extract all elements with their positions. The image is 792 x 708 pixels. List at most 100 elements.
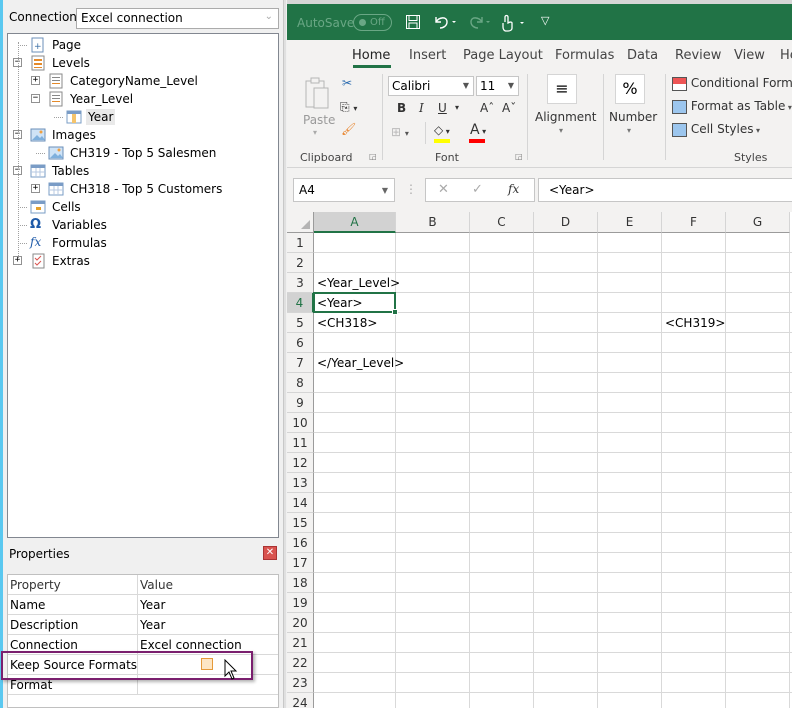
cell-f5[interactable]: <CH319> (663, 313, 725, 333)
tab-data[interactable]: Data (627, 48, 658, 63)
column-header-c[interactable]: C (470, 212, 534, 233)
row-header-5[interactable]: 5 (287, 313, 314, 333)
worksheet-grid[interactable]: A B C D E F G 1 2 3 4 5 6 7 8 9 10 11 12 13 14 15 16 17 18 19 20 21… (287, 212, 792, 708)
paste-button[interactable]: Paste ▾ (303, 76, 335, 137)
column-header-f[interactable]: F (662, 212, 726, 233)
tree-item[interactable]: CategoryName_Level (48, 72, 200, 90)
save-icon[interactable] (405, 14, 421, 34)
tree-item[interactable]: CH318 - Top 5 Customers (48, 180, 224, 198)
tree-item[interactable]: Year_Level (48, 90, 135, 108)
collapse-icon[interactable]: − (31, 94, 40, 103)
connection-select[interactable]: Excel connection ⌄ (76, 8, 279, 29)
property-value[interactable]: Year (140, 618, 165, 632)
row-header-3[interactable]: 3 (287, 273, 314, 293)
decrease-font-size-button[interactable]: Aˇ (502, 101, 516, 115)
row-header-2[interactable]: 2 (287, 253, 314, 273)
close-icon[interactable]: ✕ (263, 546, 277, 560)
property-row-description[interactable]: Description Year (8, 615, 278, 635)
touch-mode-icon[interactable] (501, 14, 531, 36)
tree-item[interactable]: Extras (30, 252, 92, 270)
row-header-23[interactable]: 23 (287, 673, 314, 693)
column-header-d[interactable]: D (534, 212, 598, 233)
row-header-4[interactable]: 4 (287, 293, 314, 313)
tab-insert[interactable]: Insert (409, 48, 446, 63)
tree-item[interactable]: Tables (30, 162, 91, 180)
template-tree[interactable]: + Page − Levels + CategoryName_Level − Year_Lev… (7, 33, 279, 538)
row-header-13[interactable]: 13 (287, 473, 314, 493)
cut-icon[interactable]: ✂ (342, 76, 352, 90)
format-as-table-button[interactable]: Format as Table ▾ (672, 99, 792, 114)
row-header-7[interactable]: 7 (287, 353, 314, 373)
cell-a3[interactable]: <Year_Level> (315, 273, 400, 293)
font-size-select[interactable]: 11 ▼ (476, 76, 519, 96)
customize-qat-icon[interactable]: ▽ (541, 14, 549, 27)
row-header-12[interactable]: 12 (287, 453, 314, 473)
fill-color-icon[interactable]: ◇ ▾ (434, 123, 450, 137)
tab-home[interactable]: Home (352, 48, 390, 63)
underline-dropdown-icon[interactable]: ▾ (455, 103, 459, 112)
format-painter-icon[interactable]: 🖌 (341, 122, 356, 136)
row-header-6[interactable]: 6 (287, 333, 314, 353)
row-header-18[interactable]: 18 (287, 573, 314, 593)
tree-item[interactable]: Year (66, 108, 116, 126)
tree-item[interactable]: CH319 - Top 5 Salesmen (48, 144, 218, 162)
cell-a5[interactable]: <CH318> (315, 313, 377, 333)
property-value[interactable]: Excel connection (140, 638, 242, 652)
conditional-formatting-button[interactable]: Conditional Formatting (672, 76, 792, 91)
tab-view[interactable]: View (734, 48, 765, 63)
tab-formulas[interactable]: Formulas (555, 48, 614, 63)
font-launcher-icon[interactable]: ◲ (515, 152, 523, 161)
row-header-19[interactable]: 19 (287, 593, 314, 613)
row-header-21[interactable]: 21 (287, 633, 314, 653)
font-name-select[interactable]: Calibri ▼ (388, 76, 474, 96)
cancel-icon[interactable]: ✕ (438, 182, 449, 197)
expand-icon[interactable]: + (31, 184, 40, 193)
row-header-24[interactable]: 24 (287, 693, 314, 708)
increase-font-size-button[interactable]: Aˆ (480, 101, 494, 115)
copy-icon[interactable]: ⎘ ▾ (340, 100, 357, 115)
row-header-14[interactable]: 14 (287, 493, 314, 513)
row-header-9[interactable]: 9 (287, 393, 314, 413)
tree-item[interactable]: Images (30, 126, 98, 144)
row-header-17[interactable]: 17 (287, 553, 314, 573)
column-header-a[interactable]: A (314, 212, 396, 233)
insert-function-icon[interactable]: fx (508, 182, 519, 196)
expand-icon[interactable]: + (31, 76, 40, 85)
fill-handle[interactable] (392, 309, 398, 315)
underline-button[interactable]: U (438, 101, 447, 115)
row-header-8[interactable]: 8 (287, 373, 314, 393)
column-header-g[interactable]: G (726, 212, 790, 233)
bold-button[interactable]: B (397, 101, 406, 115)
formula-input[interactable]: <Year> (538, 178, 792, 202)
tree-item[interactable]: Levels (30, 54, 92, 72)
clipboard-launcher-icon[interactable]: ◲ (369, 152, 377, 161)
keep-source-formats-checkbox[interactable] (201, 658, 213, 670)
number-button[interactable]: % Number ▾ (607, 74, 657, 144)
column-header-e[interactable]: E (598, 212, 662, 233)
splitter[interactable] (283, 0, 286, 708)
tree-item[interactable]: + Page (30, 36, 83, 54)
cell-a7[interactable]: </Year_Level> (315, 353, 404, 373)
row-header-11[interactable]: 11 (287, 433, 314, 453)
italic-button[interactable]: I (419, 101, 424, 115)
tree-item[interactable]: Cells (30, 198, 83, 216)
borders-icon[interactable]: ⊞ ▾ (391, 125, 409, 139)
undo-icon[interactable] (433, 14, 459, 34)
tree-item[interactable]: fx Formulas (30, 234, 109, 252)
autosave-toggle[interactable]: Off (353, 14, 392, 31)
tree-item[interactable]: Ω Variables (30, 216, 109, 234)
font-color-icon[interactable]: A ▾ (470, 122, 486, 138)
row-header-10[interactable]: 10 (287, 413, 314, 433)
enter-icon[interactable]: ✓ (472, 182, 483, 197)
property-value[interactable]: Year (140, 598, 165, 612)
name-box[interactable]: A4 ▼ (293, 178, 395, 202)
row-header-15[interactable]: 15 (287, 513, 314, 533)
cell-styles-button[interactable]: Cell Styles ▾ (672, 122, 760, 137)
row-header-22[interactable]: 22 (287, 653, 314, 673)
tab-review[interactable]: Review (675, 48, 721, 63)
row-header-16[interactable]: 16 (287, 533, 314, 553)
alignment-button[interactable]: ≡ Alignment ▾ (535, 74, 596, 144)
row-header-1[interactable]: 1 (287, 233, 314, 253)
tab-help[interactable]: He (780, 48, 792, 63)
property-row-name[interactable]: Name Year (8, 595, 278, 615)
